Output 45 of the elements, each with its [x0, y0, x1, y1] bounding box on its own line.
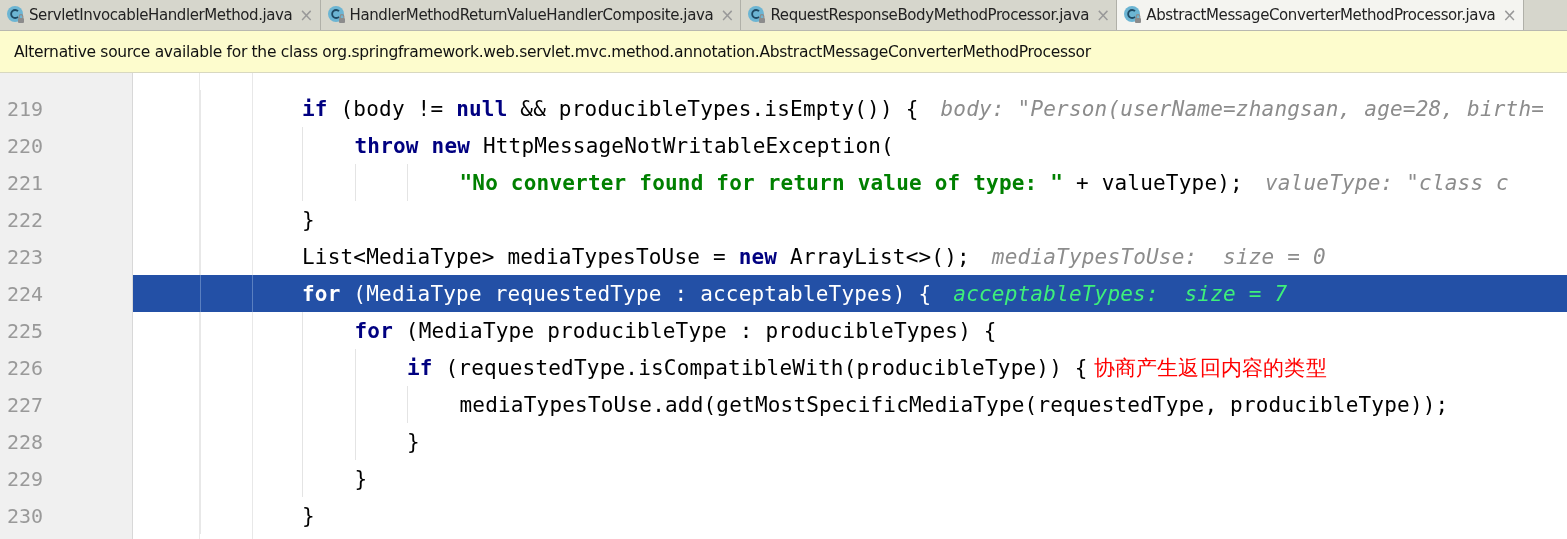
- code-text: + valueType);: [1074, 170, 1243, 195]
- line-number: 220: [7, 133, 44, 158]
- code-text: throw new: [354, 133, 471, 158]
- line-number: 223: [7, 244, 44, 269]
- line-number: 228: [7, 429, 44, 454]
- code-text: }: [354, 466, 368, 491]
- code-text: ArrayList<>();: [789, 244, 970, 269]
- code-text: mediaTypesToUse.add(getMostSpecificMediaType(requestedType, producibleType));: [459, 392, 1449, 417]
- code-text: null: [456, 96, 508, 121]
- line-number: 229: [7, 466, 44, 491]
- code-text: }: [407, 429, 420, 454]
- class-file-icon: [1123, 5, 1144, 25]
- code-text: for: [302, 281, 341, 306]
- code-text: List<MediaType> mediaTypesToUse =: [302, 244, 727, 269]
- class-file-icon: [6, 5, 26, 25]
- line-number: 221: [7, 170, 44, 195]
- line-number: 222: [7, 207, 44, 232]
- code-text: (body !=: [339, 96, 445, 121]
- code-annotation: 协商产生返回内容的类型: [1093, 354, 1327, 382]
- code-text: (MediaType producibleType : producibleTypes) {: [404, 318, 997, 343]
- debug-value-hint: valueType: "class c: [1264, 170, 1509, 195]
- line-number: 224: [7, 281, 44, 306]
- code-text: new: [738, 244, 778, 269]
- code-text: if: [302, 96, 328, 121]
- line-number: 225: [7, 318, 44, 343]
- code-text: (MediaType requestedType : acceptableTypes) {: [352, 281, 932, 306]
- code-text: "No converter found for return value of type: ": [459, 170, 1064, 195]
- code-text: if: [407, 355, 433, 380]
- notification-text: Alternative source available for the class org.springframework.web.servlet.mvc.method.annotation.AbstractMessageConverterMethodProcessor: [14, 42, 1091, 61]
- code-text: for: [354, 318, 394, 343]
- debug-value-hint: mediaTypesToUse: size = 0: [991, 244, 1326, 269]
- debug-value-hint: acceptableTypes: size = 7: [953, 281, 1288, 306]
- code-text: HttpMessageNotWritableException(: [481, 133, 894, 158]
- debug-value-hint: body: "Person(userName=zhangsan, age=28, birth=: [940, 96, 1545, 121]
- class-file-icon: [747, 5, 768, 25]
- code-text: }: [302, 503, 315, 528]
- code-text: && producibleTypes.isEmpty()) {: [519, 96, 919, 121]
- line-number: 227: [7, 392, 44, 417]
- line-number: 219: [7, 96, 44, 121]
- code-text: }: [302, 207, 315, 232]
- line-number: 230: [7, 503, 44, 528]
- code-text: (requestedType.isCompatibleWith(producibleType)) {: [444, 355, 1088, 380]
- line-number: 226: [7, 355, 44, 380]
- class-file-icon: [326, 5, 347, 25]
- editor-tab[interactable]: AbstractMessageConverterMethodProcessor.java ×: [1117, 0, 1524, 30]
